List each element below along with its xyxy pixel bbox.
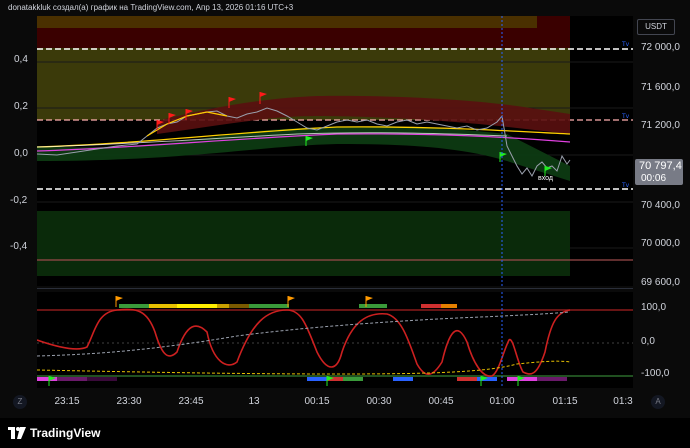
left-scale-label: 0,4 <box>14 54 28 65</box>
left-scale-label: -0,4 <box>10 241 28 252</box>
osc-bottom-bar <box>37 377 567 381</box>
upper-orange-zone <box>37 16 537 28</box>
green-band <box>37 126 570 181</box>
auto-scale-button[interactable]: A <box>651 395 665 409</box>
time-axis-label: 00:15 <box>304 396 330 407</box>
time-axis-label: 01:00 <box>489 396 515 407</box>
marker-label: Tv <box>621 41 630 48</box>
main-price-pane[interactable]: Tv Tv Tv <box>37 16 633 286</box>
footer: TradingView <box>0 418 690 448</box>
osc-grey-signal <box>37 311 571 357</box>
current-price-value: 70 797,4 <box>639 160 682 172</box>
left-scale-label: 0,2 <box>14 101 28 112</box>
osc-yellow-signal <box>37 360 571 375</box>
right-scale-label: 70 000,0 <box>641 238 680 249</box>
time-axis-label: 01:3 <box>613 396 633 407</box>
oscillator-svg <box>37 292 633 388</box>
left-price-scale[interactable]: 0,4 0,2 0,0 -0,2 -0,4 <box>0 16 37 388</box>
right-scale-label: 72 000,0 <box>641 42 680 53</box>
time-axis-label: 00:45 <box>428 396 454 407</box>
left-scale-label: 0,0 <box>14 148 28 159</box>
time-axis-label: 01:15 <box>552 396 578 407</box>
right-scale-label: 71 600,0 <box>641 82 680 93</box>
osc-scale-label: 0,0 <box>641 336 655 347</box>
left-scale-label: -0,2 <box>10 195 28 206</box>
chart-caption: donatakkluk создал(а) график на TradingV… <box>8 3 294 12</box>
osc-scale-label: 100,0 <box>641 302 667 313</box>
time-axis-label: 23:45 <box>178 396 204 407</box>
right-scale-label: 69 600,0 <box>641 277 680 288</box>
lower-green-zone <box>37 211 570 276</box>
brand-name: TradingView <box>30 426 101 440</box>
marker-label: Tv <box>621 113 630 120</box>
entry-annotation: вход <box>538 175 553 182</box>
pane-separator[interactable] <box>37 288 633 289</box>
right-scale-label: 71 200,0 <box>641 120 680 131</box>
right-price-scale[interactable]: 72 000,0 71 600,0 71 200,0 70 400,0 70 0… <box>633 16 690 388</box>
right-scale-label: 70 400,0 <box>641 200 680 211</box>
time-axis-label: 23:30 <box>116 396 142 407</box>
marker-label: Tv <box>621 182 630 189</box>
price-chart-svg: Tv Tv Tv <box>37 16 633 286</box>
time-axis[interactable]: 23:15 23:30 23:45 13 00:15 00:30 00:45 0… <box>37 392 633 410</box>
osc-scale-label: -100,0 <box>641 368 670 379</box>
time-axis-label: 00:30 <box>366 396 392 407</box>
time-axis-label: 13 <box>248 396 260 407</box>
tradingview-logo-icon <box>8 427 26 439</box>
orange-flag-2 <box>287 296 295 307</box>
current-price-label: 70 797,4 00:06 <box>635 159 683 185</box>
bar-countdown: 00:06 <box>641 173 667 184</box>
zoom-reset-button[interactable]: Z <box>13 395 27 409</box>
tradingview-logo[interactable]: TradingView <box>8 426 100 440</box>
oscillator-pane[interactable] <box>37 292 633 388</box>
time-axis-label: 23:15 <box>54 396 80 407</box>
